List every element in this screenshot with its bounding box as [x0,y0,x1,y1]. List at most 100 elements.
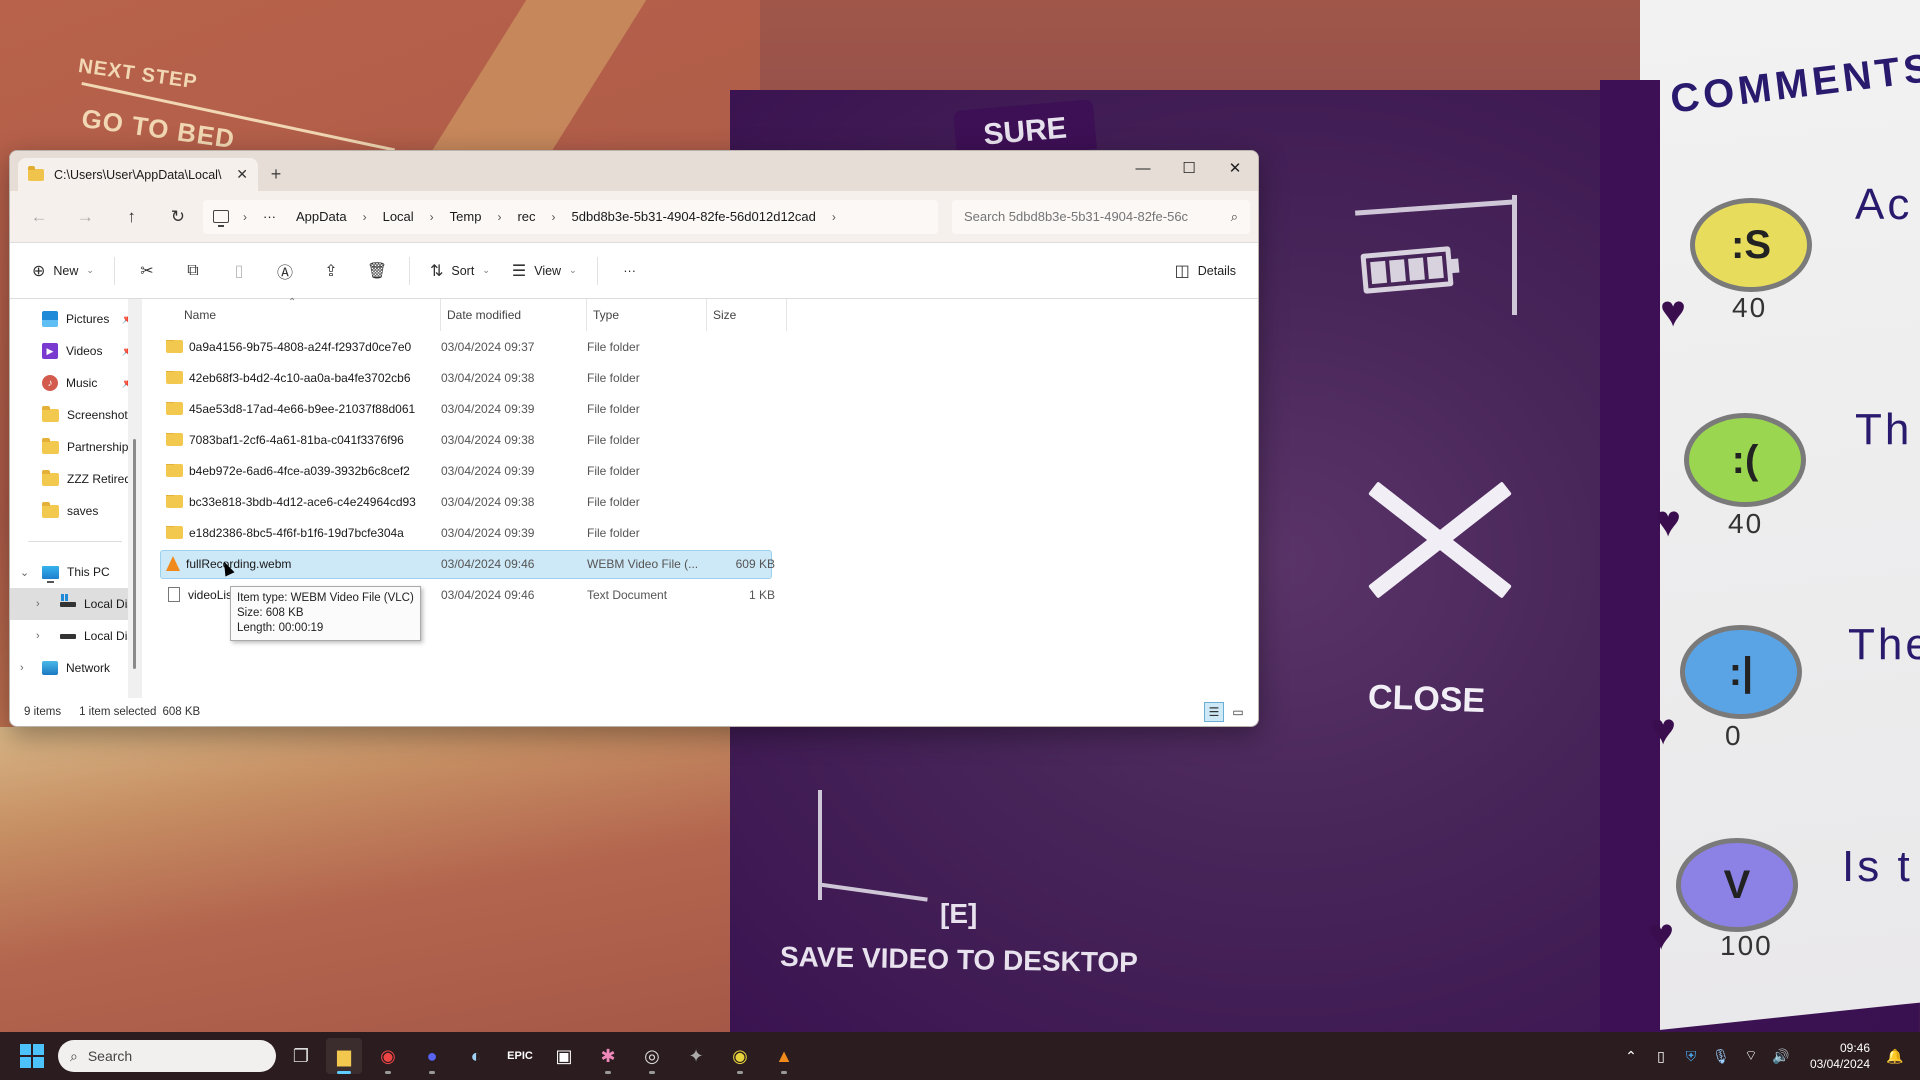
sidebar-item-screenshots[interactable]: Screenshots [10,399,142,431]
up-button[interactable]: ↑ [111,201,153,233]
file-explorer-taskbar-icon[interactable]: ▆ [326,1038,362,1074]
microsoft-store-icon[interactable]: ▣ [546,1038,582,1074]
heart-icon: ♥ [1648,910,1675,959]
vlc-icon[interactable]: ▲ [766,1038,802,1074]
new-tab-button[interactable]: + [258,158,294,191]
chevron-down-icon[interactable]: ⌄ [20,566,29,579]
gimp-icon[interactable]: ✦ [678,1038,714,1074]
sidebar-item-pictures[interactable]: Pictures 📌 [10,303,142,335]
chevron-right-icon[interactable]: › [239,210,251,224]
column-size[interactable]: Size [707,299,787,331]
file-row[interactable]: 42eb68f3-b4d2-4c10-aa0a-ba4fe3702cb6 03/0… [142,362,1258,393]
game-close-label[interactable]: CLOSE [1367,678,1485,721]
file-row[interactable]: b4eb972e-6ad6-4fce-a039-3932b6c8cef2 03/0… [142,455,1258,486]
taskbar: ⌕ Search ❐ ▆ ◉ ● ◐ EPIC ▣ ✱ ◎ ✦ ◉ ▲ ⌃ ▯ … [0,1032,1920,1080]
security-shield-icon[interactable]: ⛨ [1676,1048,1706,1065]
save-video-label[interactable]: SAVE VIDEO TO DESKTOP [780,941,1138,979]
file-type: File folder [587,525,640,540]
column-date-modified[interactable]: Date modified [441,299,587,331]
search-box[interactable]: ⌕ [952,199,1250,234]
steam-icon[interactable]: ◐ [458,1038,494,1074]
breadcrumb-overflow[interactable]: ··· [255,209,284,224]
epic-games-icon[interactable]: EPIC [502,1038,538,1074]
eye-app-icon[interactable]: ◉ [722,1038,758,1074]
column-name[interactable]: Name [178,299,441,331]
column-type[interactable]: Type [587,299,707,331]
chevron-right-icon[interactable]: › [36,598,40,610]
sidebar-item-local-disk-d[interactable]: › Local Disk ( [10,620,142,652]
more-options-button[interactable]: ··· [610,254,650,288]
large-icons-view-icon[interactable]: ▭ [1228,702,1248,722]
folder-icon [42,469,59,486]
sidebar-item-videos[interactable]: ▶ Videos 📌 [10,335,142,367]
forward-button[interactable]: → [64,201,106,233]
sidebar-item-zzz-retired[interactable]: ZZZ Retired [10,463,142,495]
close-window-button[interactable]: ✕ [1212,151,1258,185]
this-pc-icon[interactable] [213,210,229,227]
chevron-right-icon[interactable]: › [548,210,560,224]
start-button[interactable] [20,1044,44,1068]
file-row[interactable]: bc33e818-3bdb-4d12-ace6-c4e24964cd93 03/0… [142,486,1258,517]
volume-icon[interactable]: 🔊 [1766,1048,1796,1065]
cut-button[interactable]: ✂ [127,254,167,288]
task-view-icon[interactable]: ❐ [283,1038,319,1074]
chevron-right-icon[interactable]: › [426,210,438,224]
share-button[interactable]: ⇪ [311,254,351,288]
sidebar-scrollbar[interactable] [128,299,142,698]
breadcrumb-rec[interactable]: rec [509,209,543,224]
close-tab-icon[interactable]: ✕ [236,166,248,183]
details-pane-button[interactable]: ◫ Details [1167,254,1244,288]
notification-bell-icon[interactable]: 🔔 [1880,1048,1910,1065]
paste-button[interactable]: ▯ [219,254,259,288]
tab-current-folder[interactable]: C:\Users\User\AppData\Local\ ✕ [18,158,258,191]
sidebar-item-local-disk-c[interactable]: › Local Disk ( [10,588,142,620]
usb-icon[interactable]: ▯ [1646,1048,1676,1065]
file-name-cell: 45ae53d8-17ad-4e66-b9ee-21037f88d061 [166,401,435,416]
address-bar[interactable]: › ··· AppData › Local › Temp › rec › 5db… [203,199,938,234]
sidebar-item-saves[interactable]: saves [10,495,142,527]
sidebar-item-music[interactable]: ♪ Music 📌 [10,367,142,399]
breadcrumb-current[interactable]: 5dbd8b3e-5b31-4904-82fe-56d012d12cad [564,209,824,224]
taskbar-search[interactable]: ⌕ Search [58,1040,276,1072]
file-row[interactable]: 45ae53d8-17ad-4e66-b9ee-21037f88d061 03/0… [142,393,1258,424]
chevron-right-icon[interactable]: › [828,210,840,224]
sidebar-item-this-pc[interactable]: ⌄ This PC [10,556,142,588]
clock[interactable]: 09:46 03/04/2024 [1810,1040,1870,1072]
file-row[interactable]: fullRecording.webm 03/04/2024 09:46 WEBM V… [142,548,1258,579]
refresh-button[interactable]: ↻ [157,201,199,233]
chrome-icon[interactable]: ◉ [370,1038,406,1074]
breadcrumb-temp[interactable]: Temp [442,209,490,224]
details-view-icon[interactable]: ☰ [1204,702,1224,722]
microphone-icon[interactable]: 🎙 [1706,1048,1736,1065]
file-row[interactable]: e18d2386-8bc5-4f6f-b1f6-19d7bcfe304a 03/0… [142,517,1258,548]
sidebar-item-network[interactable]: › Network [10,652,142,684]
chevron-right-icon[interactable]: › [36,630,40,642]
back-button[interactable]: ← [18,201,60,233]
chevron-right-icon[interactable]: › [20,662,24,674]
game-ceiling [760,0,1660,130]
file-row[interactable]: 0a9a4156-9b75-4808-a24f-f2937d0ce7e0 03/0… [142,331,1258,362]
obs-icon[interactable]: ◎ [634,1038,670,1074]
search-input[interactable] [964,209,1231,224]
maximize-button[interactable]: ☐ [1166,151,1212,185]
discord-icon[interactable]: ● [414,1038,450,1074]
wifi-icon[interactable]: ⌔ [1736,1047,1766,1065]
search-icon[interactable]: ⌕ [1231,209,1238,225]
sort-button[interactable]: ⇅ Sort ⌄ [422,254,498,288]
chevron-right-icon[interactable]: › [493,210,505,224]
breadcrumb-local[interactable]: Local [375,209,422,224]
new-button[interactable]: ⊕ New ⌄ [24,254,102,288]
slack-icon[interactable]: ✱ [590,1038,626,1074]
breadcrumb-appdata[interactable]: AppData [288,209,355,224]
copy-button[interactable]: ⧉ [173,254,213,288]
chevron-up-icon[interactable]: ⌃ [1616,1048,1646,1065]
delete-button[interactable]: 🗑 [357,254,397,288]
chevron-right-icon[interactable]: › [359,210,371,224]
scrollbar-thumb[interactable] [133,439,136,669]
sidebar-item-partnership[interactable]: Partnership M [10,431,142,463]
rename-button[interactable]: Ⓐ [265,254,305,288]
view-button[interactable]: ☰ View ⌄ [504,254,585,288]
file-row[interactable]: 7083baf1-2cf6-4a61-81ba-c041f3376f96 03/0… [142,424,1258,455]
minimize-button[interactable]: — [1120,151,1166,185]
game-close-icon[interactable] [1360,470,1520,610]
